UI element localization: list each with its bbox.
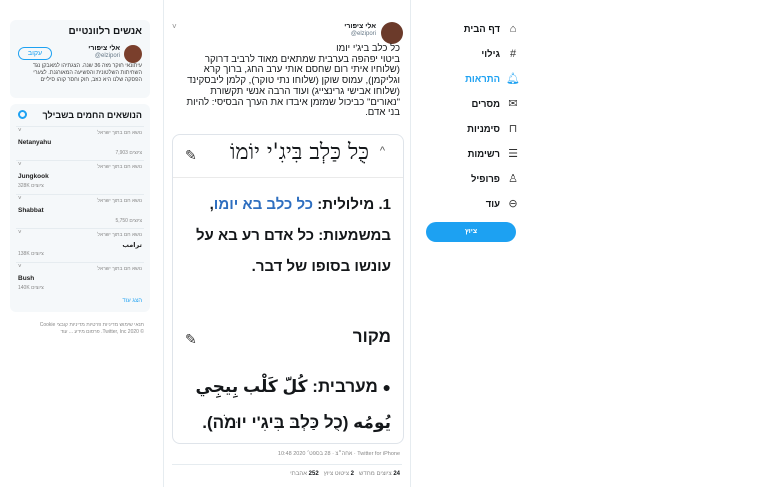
trend-name: Jungkook bbox=[18, 173, 49, 180]
quote-count[interactable]: 2 bbox=[351, 471, 354, 477]
suggested-user-bio: עיתונאי חוקר מזה 36 שנה. הצגתיהו למאבקן … bbox=[32, 63, 142, 83]
transliteration: (כֻל כַּלְבּ בִּיגִ'י יוּמֹה). bbox=[202, 413, 354, 432]
trend-name: Netanyahu bbox=[18, 139, 52, 146]
who-to-follow-header: אנשים רלוונטיים bbox=[68, 26, 142, 37]
more-icon: ⊖ bbox=[508, 198, 518, 210]
trend-count: 140K ציוצים bbox=[18, 285, 44, 291]
caret-icon: ^ bbox=[379, 145, 385, 157]
tweet-detail: ˅ אלי ציפורי @elzipori כל כלב ביג'י יומו… bbox=[163, 0, 411, 487]
tweet-button[interactable]: ציוץ bbox=[426, 222, 516, 242]
source-heading: מקור bbox=[352, 327, 391, 346]
trend-context: נושא חם בתוך ישראל bbox=[97, 266, 142, 272]
trends-card: הנושאים החמים בשבילך נושא חם בתוך ישראל … bbox=[10, 104, 150, 312]
main-nav: ⌂ דף הבית # גילוי 🔔︎ התראות ✉ מסרים ⊓ סי… bbox=[420, 0, 530, 487]
trend-context: נושא חם בתוך ישראל bbox=[97, 164, 142, 170]
nav-more[interactable]: ⊖ עוד bbox=[420, 195, 520, 215]
nav-home[interactable]: ⌂ דף הבית bbox=[420, 20, 520, 40]
definition-highlight: כל כלב בא יומו bbox=[213, 196, 314, 213]
trend-name: ترامب bbox=[122, 242, 142, 249]
trend-item[interactable]: נושא חם בתוך ישראל ˅ ترامب 138K ציוצים bbox=[16, 228, 144, 262]
bookmark-icon: ⊓ bbox=[508, 123, 518, 135]
source-text: ● מערבית: كُلّ كَلْب بِيجِي يُومُه (כֻל … bbox=[185, 369, 391, 441]
avatar[interactable] bbox=[381, 22, 403, 44]
retweet-count[interactable]: 24 bbox=[393, 471, 400, 477]
tweet-stats: 24 ציוצים מחדש 2 ציטוט ציוץ 252 אהבתי bbox=[290, 471, 400, 477]
person-icon: ♙ bbox=[508, 173, 518, 185]
nav-label: עוד bbox=[485, 199, 500, 210]
trends-header: הנושאים החמים בשבילך bbox=[42, 110, 142, 120]
divider bbox=[173, 177, 403, 178]
nav-explore[interactable]: # גילוי bbox=[420, 45, 520, 65]
mail-icon: ✉ bbox=[508, 98, 518, 110]
trend-item[interactable]: נושא חם בתוך ישראל ˅ Netanyahu 7,903 ציו… bbox=[16, 126, 144, 160]
who-to-follow-card: אנשים רלוונטיים עקוב אלי ציפורי @elzipor… bbox=[10, 20, 150, 98]
suggested-user-handle: @elzipori bbox=[94, 53, 120, 59]
bell-icon: 🔔︎ bbox=[506, 73, 520, 85]
like-label[interactable]: אהבתי bbox=[290, 471, 307, 477]
nav-lists[interactable]: ☰ רשימות bbox=[420, 145, 520, 165]
nav-label: פרופיל bbox=[470, 174, 500, 185]
footer-line[interactable]: תנאי שימוש מדיניות פרטיות מדיניות קובצי … bbox=[14, 322, 144, 329]
chevron-down-icon[interactable]: ˅ bbox=[18, 230, 22, 236]
trend-context: נושא חם בתוך ישראל bbox=[97, 232, 142, 238]
trend-count: 5,750 ציוצים bbox=[115, 218, 142, 224]
nav-notifications[interactable]: 🔔︎ התראות bbox=[420, 70, 520, 90]
nav-label: סימניות bbox=[467, 124, 500, 135]
suggested-user-name[interactable]: אלי ציפורי bbox=[88, 45, 120, 52]
trend-item[interactable]: נושא חם בתוך ישראל ˅ Jungkook 328K ציוצי… bbox=[16, 160, 144, 194]
trend-name: Shabbat bbox=[18, 207, 44, 214]
trend-count: 7,903 ציוצים bbox=[115, 150, 142, 156]
footer-line[interactable]: © 2020 Twitter, Inc. פרסום מידע ... עוד bbox=[14, 329, 144, 336]
nav-profile[interactable]: ♙ פרופיל bbox=[420, 170, 520, 190]
definition-text: 1. מילולית: כל כלב בא יומו, במשמעות: כל … bbox=[185, 189, 391, 282]
chevron-down-icon[interactable]: ˅ bbox=[18, 264, 22, 270]
bullet-icon: ● bbox=[382, 379, 391, 395]
nav-label: גילוי bbox=[481, 49, 500, 60]
nav-label: רשימות bbox=[467, 149, 500, 160]
tweet-timestamp[interactable]: 10:48 אחה״צ · 28 בספט׳ 2020 · Twitter fo… bbox=[278, 451, 400, 457]
nav-messages[interactable]: ✉ מסרים bbox=[420, 95, 520, 115]
trend-count: 138K ציוצים bbox=[18, 251, 44, 257]
tweet-text: כל כלב ביג'י יומו ביטוי יפהפה בערבית שמת… bbox=[186, 43, 400, 119]
divider bbox=[172, 464, 402, 465]
pencil-icon: ✎ bbox=[185, 331, 197, 347]
nav-label: מסרים bbox=[471, 99, 500, 110]
list-icon: ☰ bbox=[508, 148, 518, 160]
nav-label: התראות bbox=[465, 74, 500, 85]
tweet-author-name[interactable]: אלי ציפורי bbox=[344, 23, 376, 30]
show-more-link[interactable]: הצג עוד bbox=[122, 298, 142, 304]
trend-context: נושא חם בתוך ישראל bbox=[97, 198, 142, 204]
nav-label: דף הבית bbox=[463, 24, 500, 35]
like-count[interactable]: 252 bbox=[309, 471, 319, 477]
chevron-down-icon[interactable]: ˅ bbox=[172, 22, 177, 31]
chevron-down-icon[interactable]: ˅ bbox=[18, 128, 22, 134]
trend-item[interactable]: נושא חם בתוך ישראל ˅ Bush 140K ציוצים bbox=[16, 262, 144, 296]
chevron-down-icon[interactable]: ˅ bbox=[18, 162, 22, 168]
definition-prefix: 1. מילולית: bbox=[313, 196, 391, 213]
home-icon: ⌂ bbox=[509, 23, 517, 35]
tweet-author-handle: @elzipori bbox=[350, 31, 376, 37]
trend-item[interactable]: נושא חם בתוך ישראל ˅ Shabbat 5,750 ציוצי… bbox=[16, 194, 144, 228]
tweet-image[interactable]: ^ כֻּל כַּלְב בִּיגִ'י יוֹמוֹ ✎ 1. מילול… bbox=[172, 134, 404, 444]
footer-links: תנאי שימוש מדיניות פרטיות מדיניות קובצי … bbox=[14, 322, 144, 336]
quote-label[interactable]: ציטוט ציוץ bbox=[324, 471, 349, 477]
trend-name: Bush bbox=[18, 275, 35, 282]
chevron-down-icon[interactable]: ˅ bbox=[18, 196, 22, 202]
trend-context: נושא חם בתוך ישראל bbox=[97, 130, 142, 136]
hash-icon: # bbox=[509, 48, 517, 60]
source-lead: מערבית: bbox=[307, 377, 378, 396]
left-sidebar: אנשים רלוונטיים עקוב אלי ציפורי @elzipor… bbox=[10, 0, 150, 487]
trend-count: 328K ציוצים bbox=[18, 183, 44, 189]
follow-button[interactable]: עקוב bbox=[18, 47, 52, 60]
image-title: כֻּל כַּלְב בִּיגִ'י יוֹמוֹ bbox=[229, 140, 369, 165]
gear-icon[interactable] bbox=[18, 110, 27, 119]
retweet-label[interactable]: ציוצים מחדש bbox=[359, 471, 392, 477]
avatar[interactable] bbox=[124, 45, 142, 63]
nav-bookmarks[interactable]: ⊓ סימניות bbox=[420, 120, 520, 140]
pencil-icon: ✎ bbox=[185, 147, 197, 163]
